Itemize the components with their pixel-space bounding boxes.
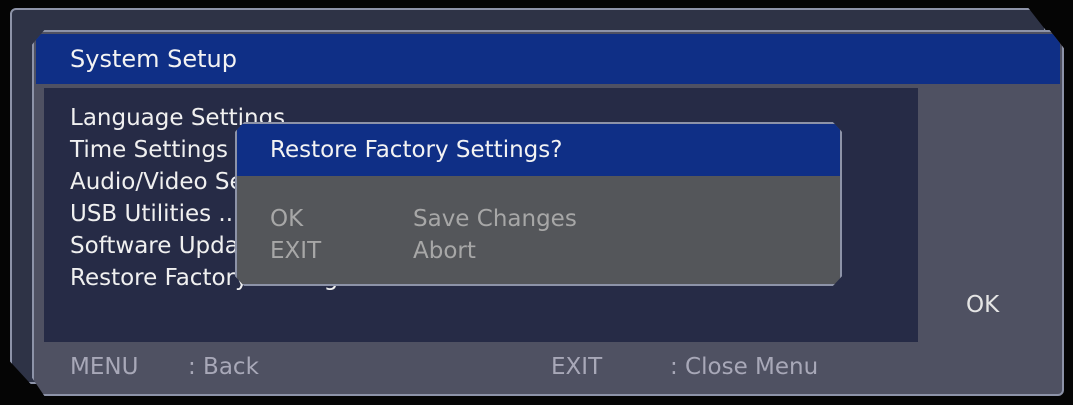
dialog-option-ok-key: OK: [270, 206, 304, 232]
footer-exit-action: : Close Menu: [670, 354, 819, 380]
dialog-option-exit-key: EXIT: [270, 238, 322, 264]
title-bar: System Setup: [36, 34, 1060, 84]
footer-exit-key: EXIT: [551, 354, 603, 380]
dialog-title-bar: Restore Factory Settings?: [237, 124, 840, 176]
footer-menu-action: : Back: [188, 354, 259, 380]
window-title: System Setup: [70, 45, 237, 73]
dialog-option-exit-action: Abort: [413, 238, 476, 264]
footer-menu-key: MENU: [70, 354, 139, 380]
footer-hints: MENU : Back EXIT : Close Menu: [34, 348, 1062, 394]
dialog-option-ok-action: Save Changes: [413, 206, 577, 232]
restore-factory-dialog: Restore Factory Settings? OK Save Change…: [235, 122, 842, 286]
dialog-title: Restore Factory Settings?: [270, 137, 563, 163]
side-ok-label[interactable]: OK: [966, 292, 999, 318]
